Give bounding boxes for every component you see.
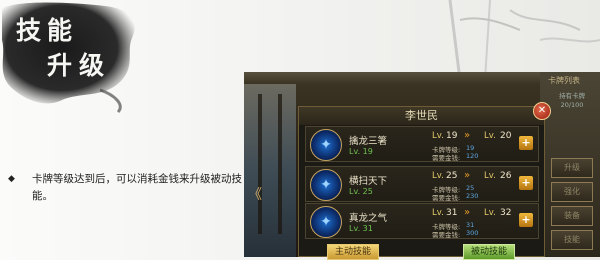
bamboo-decoration [448, 0, 600, 80]
req-card-level: 31 [466, 221, 475, 229]
side-button-equip[interactable]: 装备 [551, 206, 593, 226]
double-arrow-icon: » [464, 130, 470, 141]
owned-label: 持有卡牌 [559, 92, 585, 100]
current-level-label: Lv. [432, 171, 444, 181]
double-arrow-icon: » [464, 207, 470, 218]
skill-row: ✦ 横扫天下 Lv. 25 Lv. 25 » Lv. 26 卡牌等级: 25 需… [305, 166, 539, 202]
side-button-skill[interactable]: 技能 [551, 230, 593, 250]
skill-level: Lv. 25 [349, 187, 373, 196]
page-title-char: 技 [16, 16, 42, 45]
bullet-icon: ◆ [8, 174, 15, 184]
req-card-level: 19 [466, 144, 475, 152]
lightning-skill-icon: ✦ [310, 206, 342, 238]
current-level: 25 [446, 171, 458, 181]
req-gold-label: 需要金钱: [432, 154, 461, 162]
skill-row: ✦ 擒龙三箸 Lv. 19 Lv. 19 » Lv. 20 卡牌等级: 19 需… [305, 126, 539, 162]
side-button-enhance[interactable]: 强化 [551, 182, 593, 202]
owned-count: 20/100 [560, 101, 584, 109]
upgrade-plus-button[interactable]: + [519, 136, 533, 150]
current-level: 19 [446, 131, 458, 141]
skill-name: 横扫天下 [349, 176, 388, 187]
page-left-arrow-icon[interactable]: 《 [248, 184, 262, 204]
next-level: 20 [500, 131, 512, 141]
dialog-title: 李世民 [299, 107, 544, 125]
req-card-level: 25 [466, 184, 475, 192]
tab-active-skills[interactable]: 主动技能 [327, 244, 379, 260]
req-gold: 300 [466, 229, 479, 237]
description-text: 卡牌等级达到后，可以消耗金钱来升级被动技能。 [32, 173, 242, 202]
description: ◆ 卡牌等级达到后，可以消耗金钱来升级被动技能。 [8, 171, 248, 205]
card-list-title: 卡牌列表 [548, 76, 580, 85]
req-gold: 230 [466, 192, 479, 200]
next-level-label: Lv. [484, 208, 496, 218]
current-level-label: Lv. [432, 208, 444, 218]
req-gold-label: 需要金钱: [432, 231, 461, 239]
skill-name: 真龙之气 [349, 213, 388, 224]
next-level-label: Lv. [484, 131, 496, 141]
lightning-skill-icon: ✦ [310, 169, 342, 201]
double-arrow-icon: » [464, 170, 470, 181]
skill-row: ✦ 真龙之气 Lv. 31 Lv. 31 » Lv. 32 卡牌等级: 31 需… [305, 203, 539, 239]
side-button-upgrade[interactable]: 升级 [551, 158, 593, 178]
req-gold-label: 需要金钱: [432, 194, 461, 202]
current-level: 31 [446, 208, 458, 218]
skill-name: 擒龙三箸 [349, 136, 388, 147]
next-level: 32 [500, 208, 512, 218]
req-gold: 120 [466, 152, 479, 160]
page-title-char: 能 [47, 16, 73, 45]
skill-level: Lv. 19 [349, 147, 373, 156]
close-button[interactable]: ✕ [533, 102, 551, 120]
upgrade-plus-button[interactable]: + [519, 213, 533, 227]
tab-passive-skills[interactable]: 被动技能 [463, 244, 515, 260]
upgrade-plus-button[interactable]: + [519, 176, 533, 190]
page-title-char: 升 [47, 51, 73, 80]
lightning-skill-icon: ✦ [310, 129, 342, 161]
current-level-label: Lv. [432, 131, 444, 141]
page-title-char: 级 [79, 51, 105, 80]
next-level: 26 [500, 171, 512, 181]
skill-level: Lv. 31 [349, 224, 373, 233]
next-level-label: Lv. [484, 171, 496, 181]
scene-background [244, 84, 296, 257]
card-owned-info: 持有卡牌 20/100 [552, 92, 592, 110]
